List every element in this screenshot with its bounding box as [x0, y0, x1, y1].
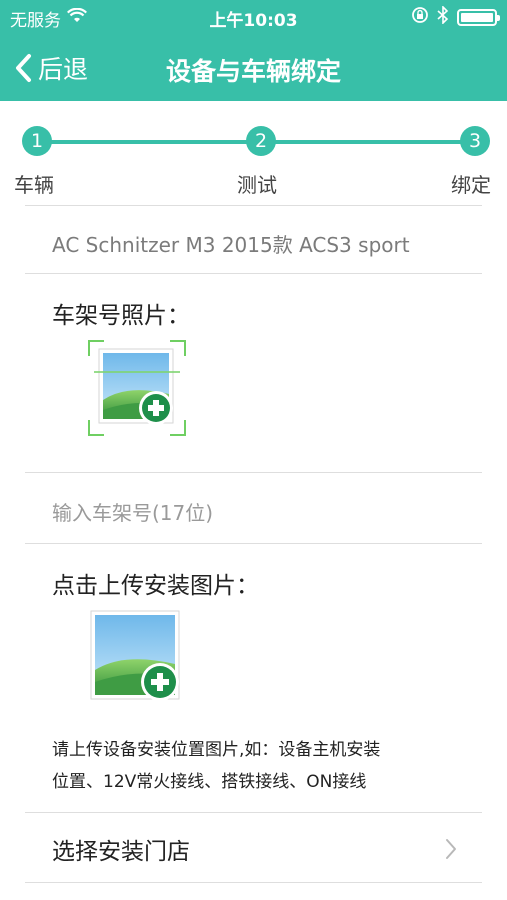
status-right-icons — [411, 5, 500, 29]
divider — [25, 882, 482, 883]
select-store-label: 选择安装门店 — [52, 839, 190, 865]
orientation-lock-icon — [411, 6, 429, 29]
divider — [25, 543, 482, 544]
step-1-label: 车辆 — [14, 173, 54, 197]
step-3-indicator: 3 — [460, 126, 490, 156]
vin-photo-title: 车架号照片： — [52, 303, 190, 329]
progress-stepper: 1 2 3 车辆 测试 绑定 — [0, 126, 507, 197]
battery-icon — [457, 9, 500, 26]
divider — [25, 205, 482, 206]
hint-line: 请上传设备安装位置图片,如：设备主机安装 — [52, 740, 381, 760]
chevron-right-icon — [445, 838, 457, 864]
install-photo-upload-button[interactable] — [90, 610, 186, 710]
step-2-indicator: 2 — [246, 126, 276, 156]
install-photo-title: 点击上传安装图片： — [52, 573, 259, 599]
step-2-label: 测试 — [237, 173, 277, 197]
step-3-label: 绑定 — [451, 173, 491, 197]
add-image-icon — [90, 610, 186, 710]
divider — [25, 472, 482, 473]
divider — [25, 812, 482, 813]
page-title: 设备与车辆绑定 — [165, 57, 341, 86]
nav-bar: 后退 设备与车辆绑定 — [0, 36, 507, 98]
vehicle-name: AC Schnitzer M3 2015款 ACS3 sport — [52, 233, 410, 257]
status-bar: 无服务 上午10:03 — [0, 0, 507, 34]
divider — [25, 273, 482, 274]
add-image-icon — [98, 348, 180, 434]
scan-line — [94, 371, 180, 373]
bluetooth-icon — [437, 5, 449, 29]
hint-line: 位置、12V常火接线、搭铁接线、ON接线 — [52, 772, 367, 792]
vin-input[interactable] — [52, 496, 472, 530]
step-1-indicator: 1 — [22, 126, 52, 156]
select-store-row[interactable]: 选择安装门店 — [0, 814, 507, 882]
vin-photo-upload-button[interactable] — [88, 340, 186, 436]
install-photo-hint: 请上传设备安装位置图片,如：设备主机安装 位置、12V常火接线、搭铁接线、ON接… — [52, 734, 462, 798]
app-header: 无服务 上午10:03 后退 设备与车辆绑定 — [0, 0, 507, 101]
